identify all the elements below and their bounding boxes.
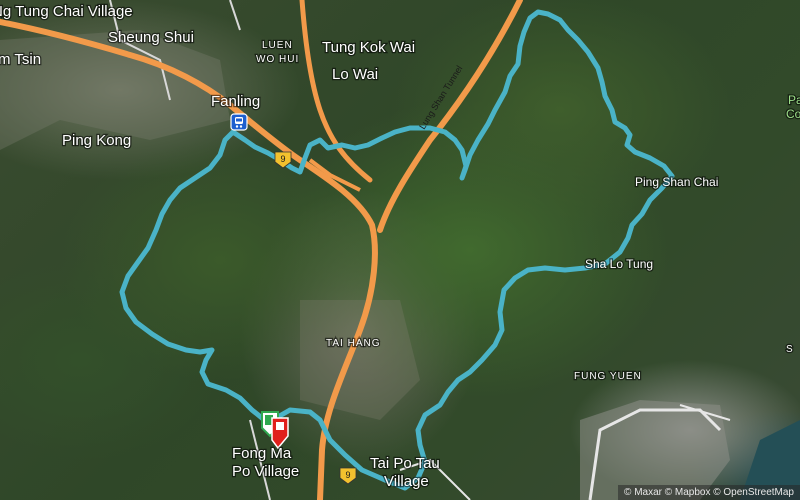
highway-north: [299, 0, 373, 183]
place-label: S: [786, 344, 794, 355]
map-canvas[interactable]: 9 9 Ng Tung Chai Village Sheung Shui m T…: [0, 0, 800, 500]
route-shield-label: 9: [345, 470, 350, 480]
place-label: Fong Ma: [232, 445, 292, 462]
map-attribution[interactable]: © Maxar © Mapbox © OpenStreetMap: [618, 485, 800, 500]
place-label: Tung Kok Wai: [322, 39, 415, 56]
place-label: Sha Lo Tung: [585, 257, 653, 271]
place-label: m Tsin: [0, 51, 41, 68]
place-label: Fanling: [211, 93, 260, 110]
place-label: Pa: [788, 93, 800, 107]
place-label: WO HUI: [256, 54, 299, 65]
map-layer: 9 9 Ng Tung Chai Village Sheung Shui m T…: [0, 0, 800, 500]
road-label: Lung Shan Tunnel: [417, 64, 464, 131]
urban-area-taihang: [300, 300, 420, 420]
place-label: Ping Shan Chai: [635, 175, 718, 189]
place-label: Ping Kong: [62, 132, 131, 149]
place-label: Lo Wai: [332, 66, 378, 83]
place-label: LUEN: [262, 40, 293, 51]
place-label: Tai Po Tau: [370, 455, 440, 472]
place-label: Village: [384, 473, 429, 490]
route-shield-label: 9: [280, 154, 285, 164]
road-white-6: [229, 0, 241, 31]
place-label: TAI HANG: [326, 338, 380, 349]
mtr-station-icon[interactable]: [230, 113, 248, 131]
highway-lung-shan-tunnel: [377, 0, 523, 233]
route-shield-south: 9: [339, 467, 357, 485]
end-flag-icon[interactable]: [271, 417, 289, 450]
place-label: Co: [786, 107, 800, 121]
place-label: Sheung Shui: [108, 29, 194, 46]
place-label: Ng Tung Chai Village: [0, 3, 133, 20]
place-label: Po Village: [232, 463, 299, 480]
place-label: FUNG YUEN: [574, 371, 642, 382]
